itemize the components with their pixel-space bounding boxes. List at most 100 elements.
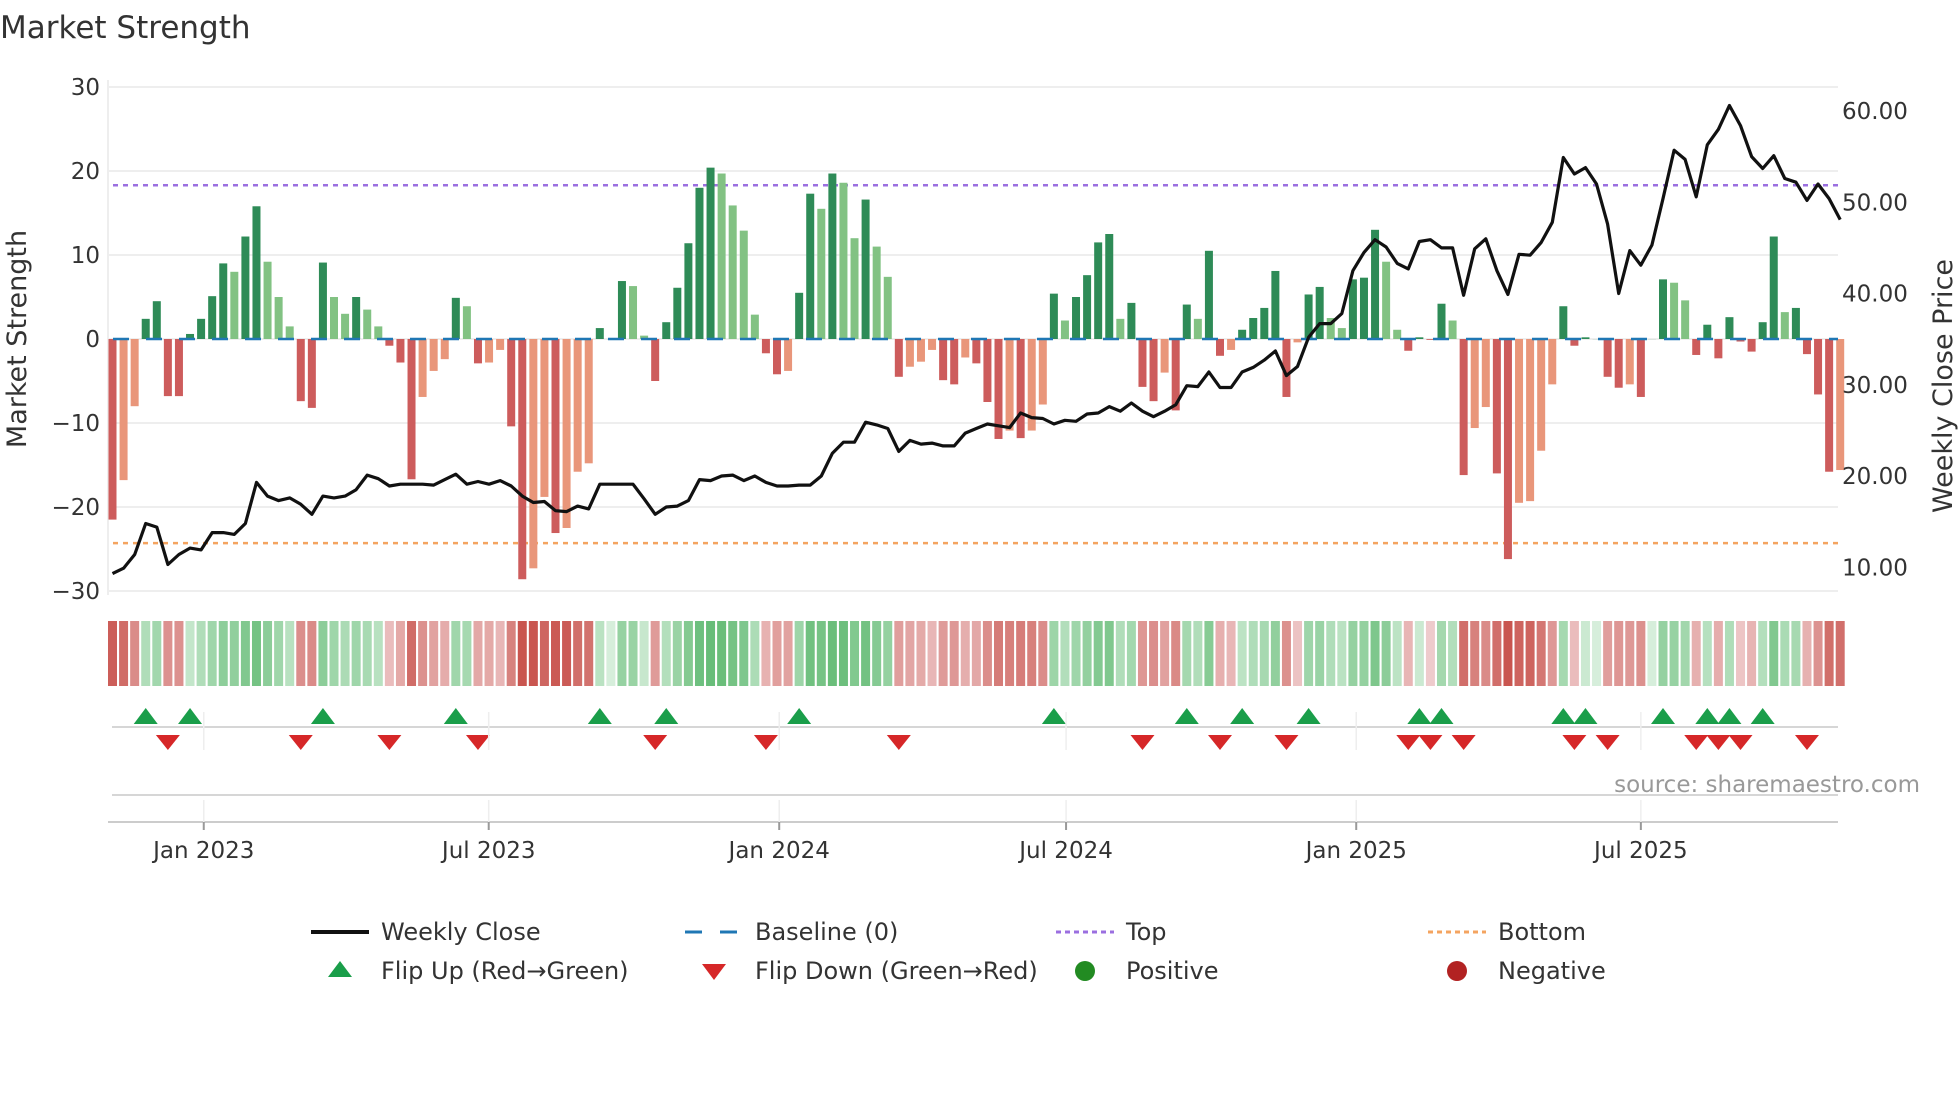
heat-cell xyxy=(163,621,173,686)
heat-cell xyxy=(1680,621,1690,686)
heat-cell xyxy=(429,621,439,686)
flip-up-icon xyxy=(587,708,612,724)
right-tick-label: 20.00 xyxy=(1842,464,1908,490)
x-tick-label: Jan 2025 xyxy=(1304,838,1407,864)
x-tick-label: Jul 2025 xyxy=(1592,838,1688,864)
bar-negative xyxy=(651,339,660,381)
heat-cell xyxy=(1736,621,1746,686)
heat-cell xyxy=(783,621,793,686)
source-label: source: sharemaestro.com xyxy=(1614,772,1920,798)
heat-cell xyxy=(240,621,250,686)
bar-negative xyxy=(972,339,981,364)
heat-cell xyxy=(1381,621,1391,686)
bar-positive xyxy=(1382,261,1391,339)
heat-cell xyxy=(1448,621,1458,686)
heat-cell xyxy=(1791,621,1801,686)
bar-positive xyxy=(330,297,338,339)
flip-down-icon xyxy=(1684,735,1709,750)
bar-negative xyxy=(496,339,505,350)
bar-negative xyxy=(562,339,571,528)
bar-positive xyxy=(706,167,715,339)
heat-cell xyxy=(1414,621,1424,686)
flip-down-icon xyxy=(288,735,313,750)
flip-down-icon xyxy=(753,735,778,750)
bar-positive xyxy=(1083,275,1092,339)
heat-cell xyxy=(938,621,948,686)
heat-cell xyxy=(307,621,317,686)
heat-cell xyxy=(1126,621,1136,686)
bar-positive xyxy=(1670,282,1679,339)
heat-cell xyxy=(1337,621,1347,686)
bar-positive xyxy=(230,271,239,339)
heat-cell xyxy=(1259,621,1269,686)
heat-cell xyxy=(1115,621,1125,686)
legend-label: Flip Up (Red→Green) xyxy=(381,957,629,985)
bar-positive xyxy=(1415,337,1424,339)
bar-negative xyxy=(473,339,482,364)
heat-cell xyxy=(451,621,461,686)
bar-positive xyxy=(795,292,804,339)
bar-positive xyxy=(197,318,206,339)
x-tick-label: Jan 2023 xyxy=(151,838,254,864)
heat-cell xyxy=(1769,621,1779,686)
heat-cell xyxy=(617,621,627,686)
bar-positive xyxy=(219,263,228,339)
bar-negative xyxy=(407,339,416,480)
bar-positive xyxy=(828,173,837,339)
heat-cell xyxy=(362,621,372,686)
heat-cell xyxy=(1359,621,1369,686)
heat-cell xyxy=(1093,621,1103,686)
heat-cell xyxy=(1580,621,1590,686)
bar-positive xyxy=(274,297,283,339)
bar-negative xyxy=(894,339,903,377)
heat-cell xyxy=(1392,621,1402,686)
right-tick-label: 50.00 xyxy=(1842,190,1908,216)
heat-cell xyxy=(229,621,239,686)
bar-positive xyxy=(1182,304,1191,339)
bar-negative xyxy=(529,339,538,569)
legend-label: Baseline (0) xyxy=(755,918,898,946)
bar-negative xyxy=(507,339,516,427)
bar-negative xyxy=(584,339,593,464)
bar-positive xyxy=(728,205,737,339)
heat-cell xyxy=(1005,621,1015,686)
heat-cell xyxy=(1747,621,1757,686)
flip-up-icon xyxy=(1651,708,1675,724)
bar-positive xyxy=(263,261,272,339)
bar-positive xyxy=(1703,324,1712,339)
bar-positive xyxy=(673,287,682,339)
bar-negative xyxy=(916,339,925,362)
heat-cell xyxy=(1614,621,1624,686)
bar-positive xyxy=(1437,303,1446,339)
flip-down-icon xyxy=(1208,735,1232,750)
bar-positive xyxy=(1105,234,1114,339)
heat-cell xyxy=(1060,621,1070,686)
heat-cell xyxy=(1071,621,1081,686)
chart-title: Market Strength xyxy=(0,10,251,46)
heat-cell xyxy=(894,621,904,686)
bar-negative xyxy=(1526,339,1535,502)
bar-negative xyxy=(429,339,438,371)
legend-label: Negative xyxy=(1498,957,1606,985)
heat-cell xyxy=(1403,621,1413,686)
heat-cell xyxy=(1492,621,1502,686)
bar-negative xyxy=(1836,339,1845,471)
heat-cell xyxy=(982,621,992,686)
bar-negative xyxy=(1149,339,1158,402)
bar-negative xyxy=(950,339,959,385)
heat-cell xyxy=(1547,621,1557,686)
heat-cell xyxy=(1802,621,1812,686)
left-tick-label: −10 xyxy=(51,411,100,437)
heat-cell xyxy=(506,621,516,686)
heat-cell xyxy=(794,621,804,686)
flip-down-icon xyxy=(155,735,180,750)
heat-cell xyxy=(473,621,483,686)
bar-positive xyxy=(1348,279,1357,339)
bar-positive xyxy=(1072,297,1081,339)
flip-down-icon xyxy=(1794,735,1819,750)
left-tick-label: 30 xyxy=(71,75,100,101)
heat-cell xyxy=(141,621,151,686)
bar-negative xyxy=(1636,339,1645,397)
heat-cell xyxy=(440,621,450,686)
bar-negative xyxy=(551,339,560,534)
